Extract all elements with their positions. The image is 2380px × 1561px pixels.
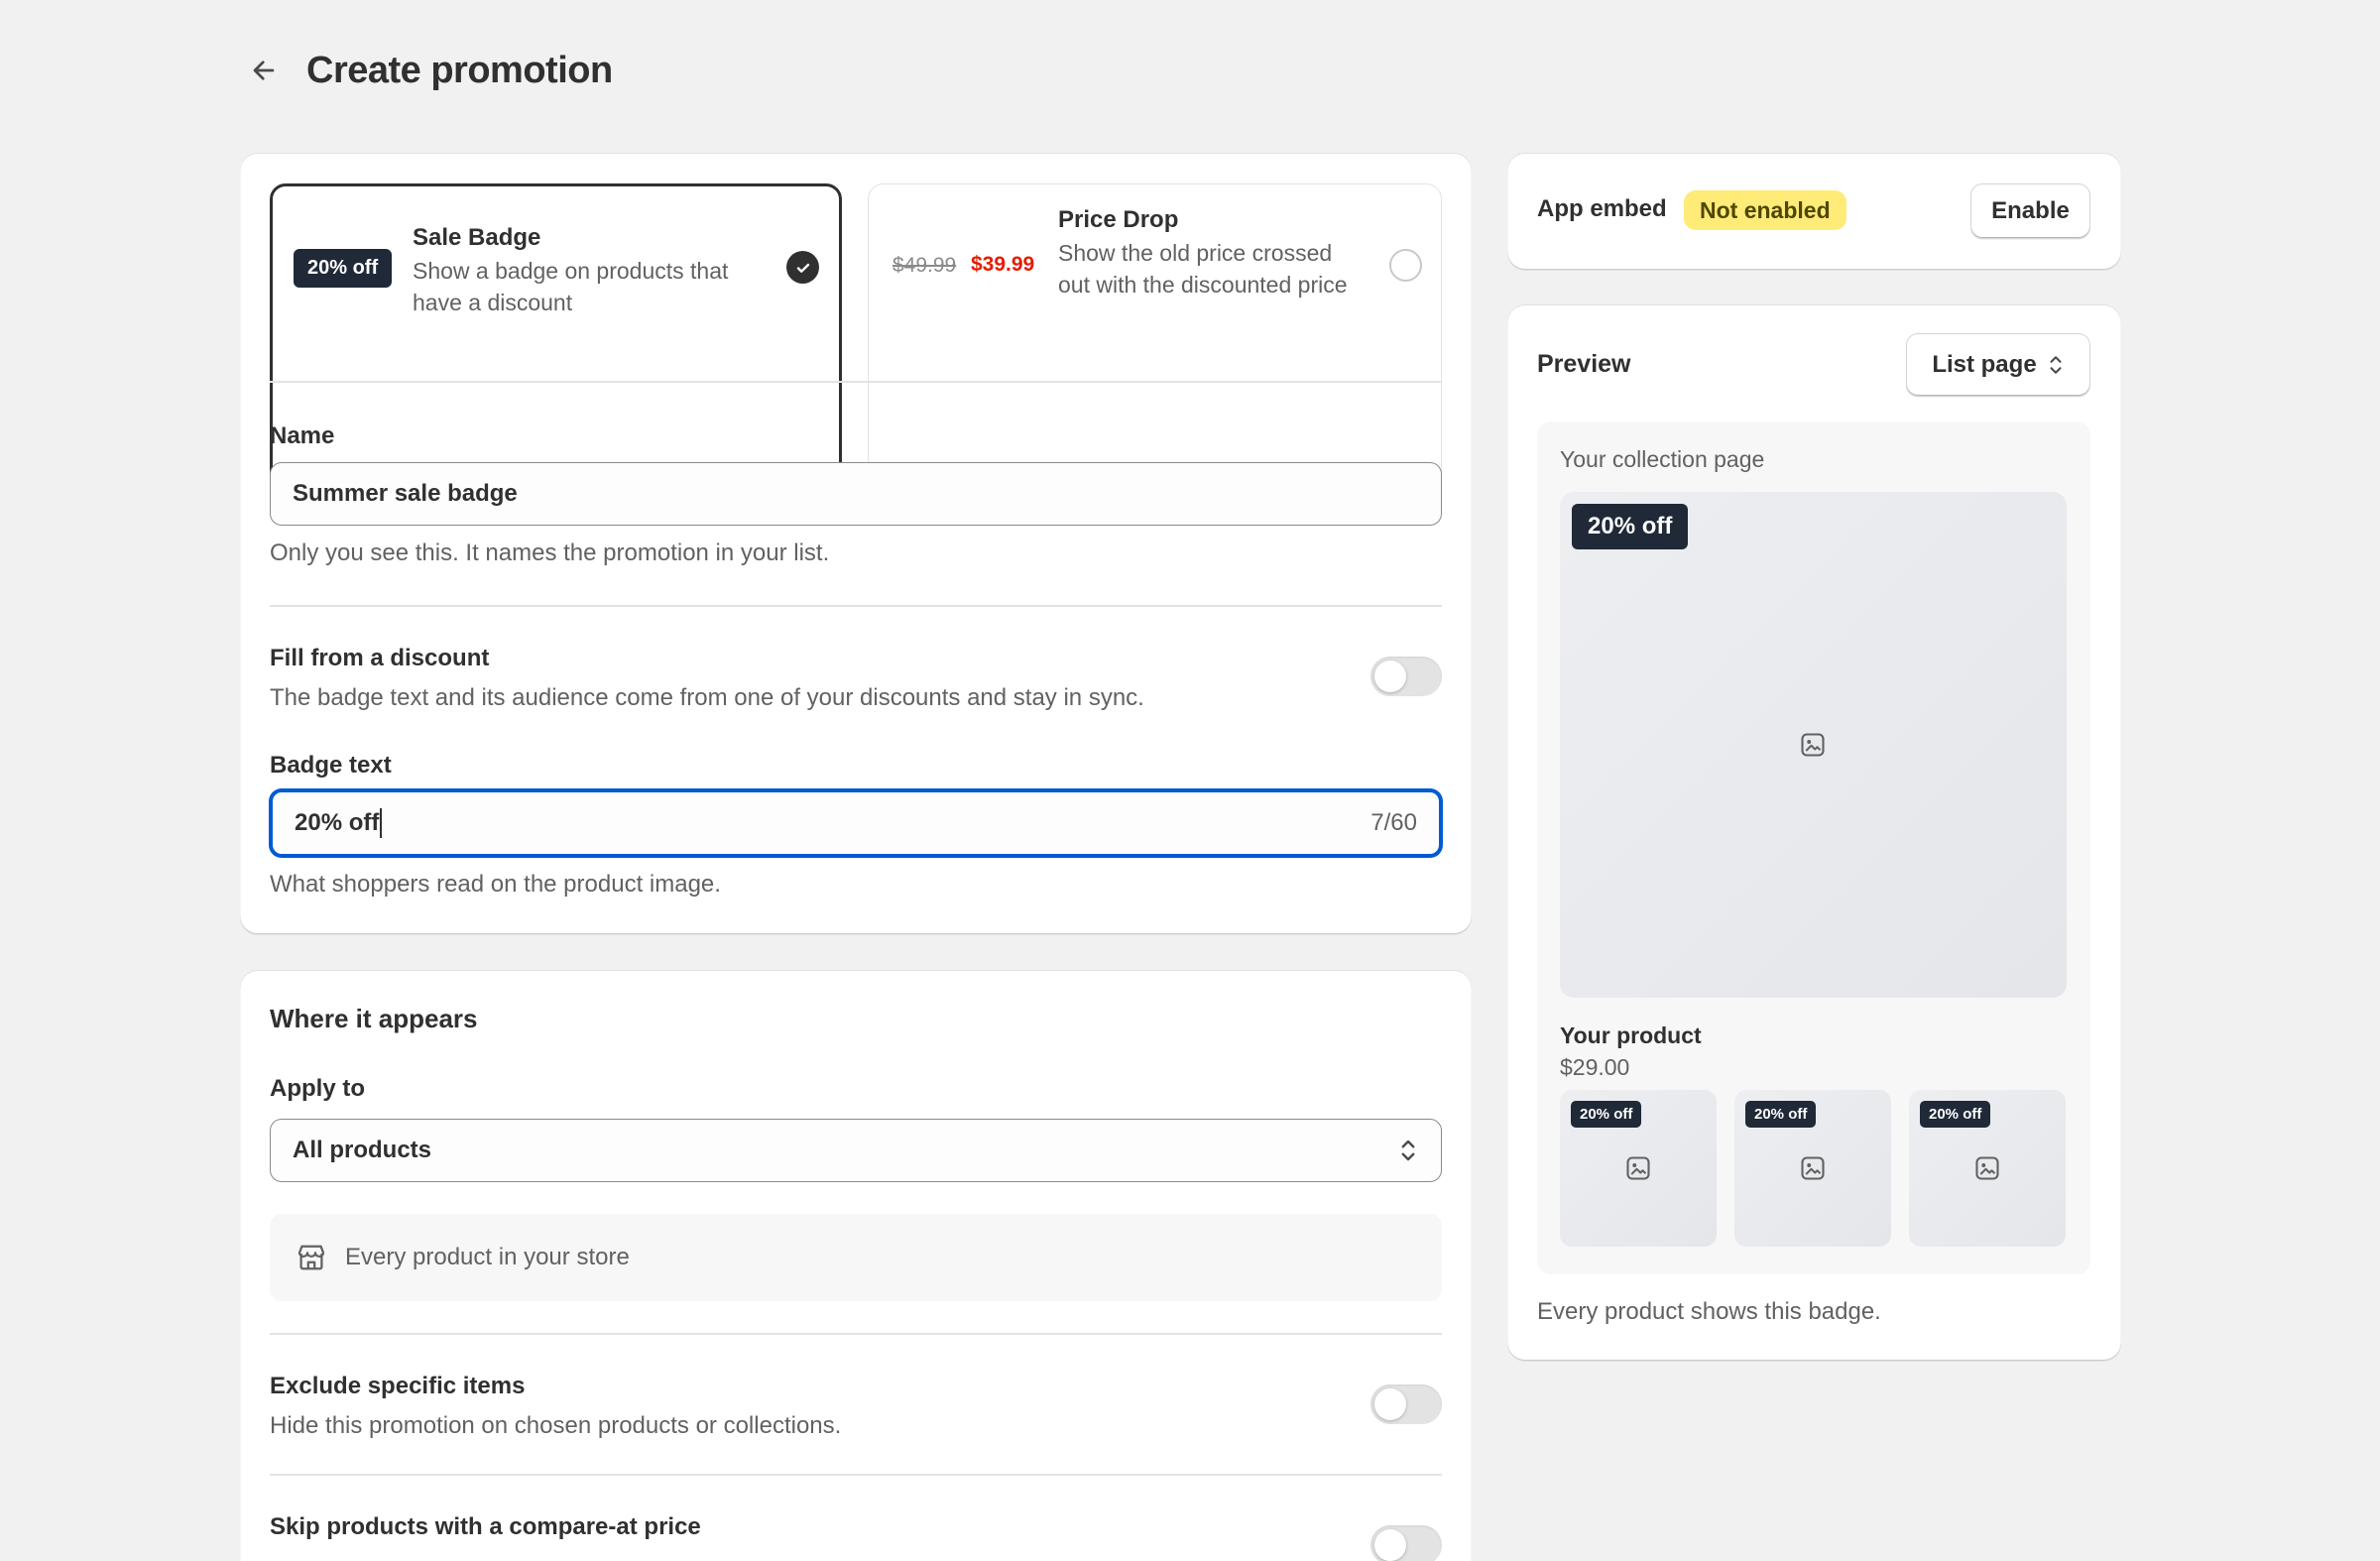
price-drop-new-price: $39.99 (971, 253, 1035, 276)
page-header: Create promotion (241, 48, 613, 93)
badge-text-help: What shoppers read on the product image. (270, 871, 721, 898)
badge-text-value: 20% off (295, 809, 380, 836)
preview-thumbnail: 20% off (1909, 1090, 2066, 1247)
thumbnail-badge: 20% off (1745, 1101, 1817, 1128)
price-drop-option[interactable]: $49.99 $39.99 Price Drop Show the old pr… (868, 183, 1442, 501)
preview-view-select[interactable]: List page (1906, 333, 2090, 397)
badge-text-input[interactable]: 20% off 7/60 (270, 789, 1442, 857)
apply-to-label: Apply to (270, 1075, 365, 1102)
image-placeholder-icon (1801, 733, 1825, 757)
preview-product-price: $29.00 (1560, 1054, 1630, 1080)
text-caret (380, 808, 383, 838)
app-embed-status-badge: Not enabled (1684, 190, 1846, 230)
price-drop-radio[interactable] (1389, 249, 1422, 282)
preview-thumbnail: 20% off (1734, 1090, 1891, 1247)
page-title: Create promotion (306, 49, 613, 91)
price-drop-description: Show the old price crossed out with the … (1058, 240, 1348, 298)
app-embed-label: App embed (1537, 195, 1667, 222)
apply-to-info: Every product in your store (270, 1214, 1442, 1301)
fill-from-discount-label: Fill from a discount (270, 645, 490, 671)
name-label: Name (270, 422, 335, 449)
sale-badge-option[interactable]: 20% off Sale Badge Show a badge on produ… (270, 183, 842, 501)
promotion-details-card: 20% off Sale Badge Show a badge on produ… (240, 153, 1472, 934)
thumbnail-badge: 20% off (1571, 1101, 1642, 1128)
preview-view-value: List page (1932, 351, 2037, 378)
select-chevron-icon (2050, 356, 2062, 374)
sale-badge-sample: 20% off (294, 249, 393, 288)
preview-area: Your collection page 20% off Your produc… (1537, 421, 2090, 1274)
badge-text-label: Badge text (270, 752, 392, 779)
sale-badge-description: Show a badge on products that have a dis… (413, 258, 729, 315)
collection-page-label: Your collection page (1560, 446, 1765, 472)
preview-thumbnail: 20% off (1560, 1090, 1717, 1247)
apply-to-info-text: Every product in your store (345, 1244, 630, 1270)
preview-card: Preview List page Your collection page 2… (1507, 304, 2121, 1361)
image-placeholder-icon (1975, 1156, 1999, 1180)
fill-from-discount-toggle[interactable] (1370, 657, 1442, 696)
sale-badge-title: Sale Badge (413, 224, 541, 251)
store-icon (298, 1245, 325, 1270)
badge-text-char-count: 7/60 (1370, 809, 1417, 836)
arrow-left-icon (253, 60, 275, 80)
back-button[interactable] (241, 48, 287, 93)
selected-check-icon (786, 251, 819, 284)
divider (270, 1474, 1442, 1476)
skip-compare-at-label: Skip products with a compare-at price (270, 1513, 701, 1540)
apply-to-select[interactable]: All products (270, 1119, 1442, 1182)
create-promotion-page: Create promotion 20% off Sale Badge Show… (0, 0, 2380, 1561)
name-input-value: Summer sale badge (293, 480, 518, 507)
skip-compare-at-toggle[interactable] (1370, 1525, 1442, 1561)
image-placeholder-icon (1801, 1156, 1825, 1180)
app-embed-card: App embed Not enabled Enable (1507, 153, 2121, 270)
price-drop-old-price: $49.99 (892, 254, 957, 277)
price-drop-title: Price Drop (1058, 206, 1179, 233)
enable-button[interactable]: Enable (1970, 183, 2090, 239)
divider (270, 1333, 1442, 1335)
product-image-placeholder: 20% off (1560, 492, 2067, 998)
name-help-text: Only you see this. It names the promotio… (270, 540, 830, 566)
select-chevron-icon (1401, 1140, 1415, 1161)
image-placeholder-icon (1626, 1156, 1650, 1180)
apply-to-value: All products (293, 1137, 432, 1163)
where-it-appears-card: Where it appears Apply to All products E… (240, 970, 1472, 1561)
preview-product-name: Your product (1560, 1022, 1702, 1048)
exclude-items-help: Hide this promotion on chosen products o… (270, 1412, 842, 1439)
where-it-appears-title: Where it appears (270, 1004, 478, 1033)
fill-from-discount-help: The badge text and its audience come fro… (270, 684, 1144, 711)
divider (270, 605, 1442, 607)
preview-title: Preview (1537, 350, 1631, 378)
exclude-items-toggle[interactable] (1370, 1384, 1442, 1424)
exclude-items-label: Exclude specific items (270, 1373, 526, 1399)
preview-footer-text: Every product shows this badge. (1537, 1298, 1881, 1325)
thumbnail-badge: 20% off (1920, 1101, 1991, 1128)
name-input[interactable]: Summer sale badge (270, 462, 1442, 526)
preview-sale-badge: 20% off (1572, 504, 1689, 549)
divider (270, 381, 1442, 383)
